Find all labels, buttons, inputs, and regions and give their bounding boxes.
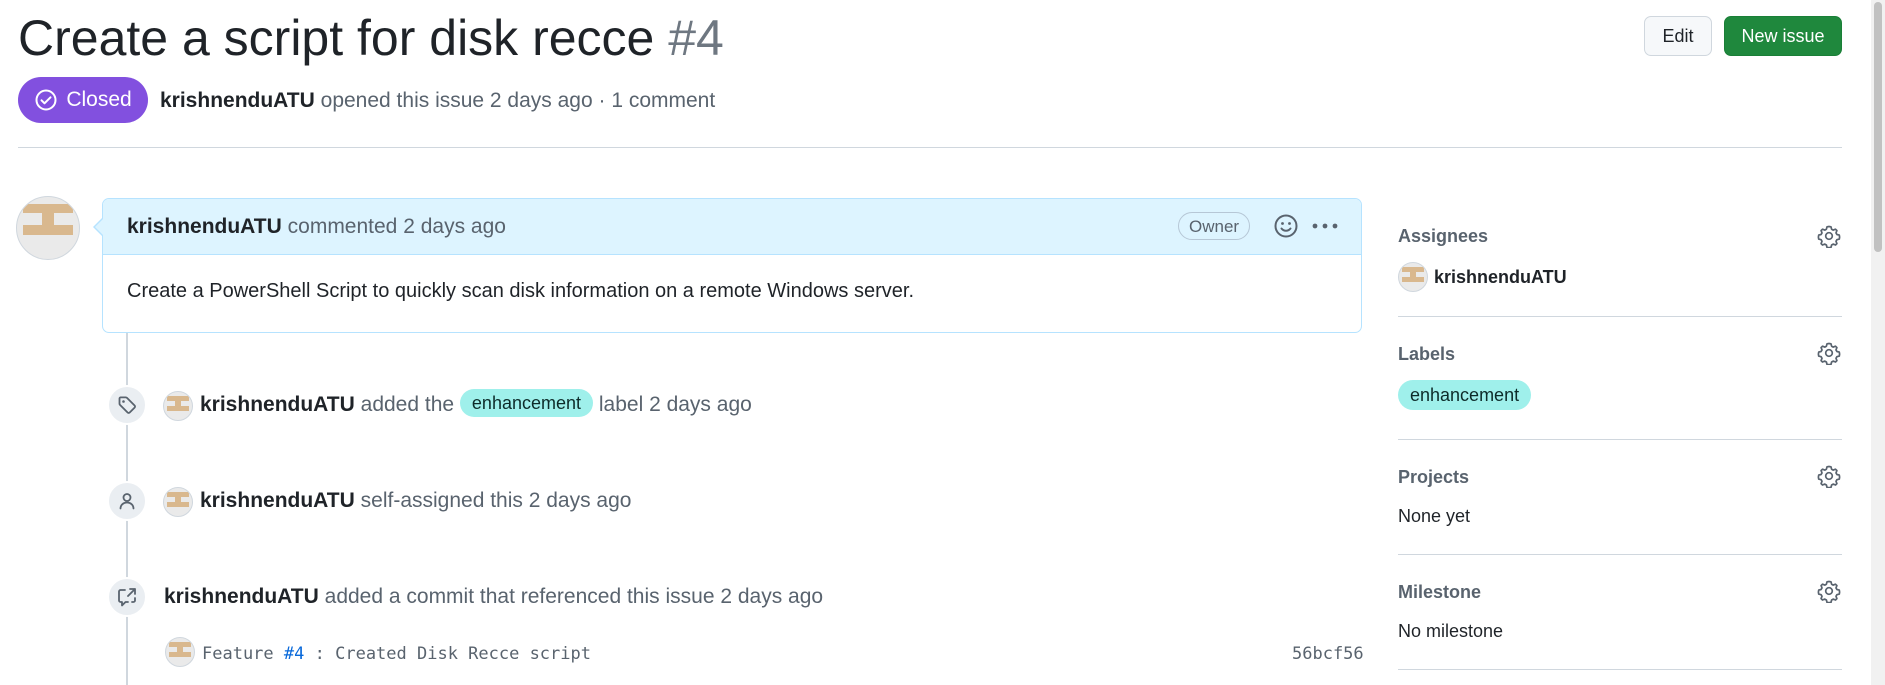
- milestone-heading[interactable]: Milestone: [1398, 580, 1481, 604]
- assignee-avatar[interactable]: [1398, 262, 1428, 292]
- commit-message-prefix: Feature: [202, 644, 274, 664]
- assignees-heading[interactable]: Assignees: [1398, 224, 1488, 248]
- edit-button[interactable]: Edit: [1644, 16, 1712, 56]
- sidebar-divider: [1398, 669, 1842, 670]
- label-event-avatar[interactable]: [163, 391, 193, 421]
- sidebar-divider: [1398, 554, 1842, 555]
- label-event-suffix: label 2 days ago: [598, 393, 752, 416]
- kebab-icon[interactable]: [1310, 213, 1340, 239]
- assign-event-avatar[interactable]: [163, 487, 193, 517]
- assign-event-author[interactable]: krishnenduATU: [200, 489, 355, 512]
- issue-opened-text: opened this issue 2 days ago · 1 comment: [320, 89, 716, 112]
- comment-meta: krishnenduATU commented 2 days ago: [127, 213, 506, 241]
- commit-event-author[interactable]: krishnenduATU: [164, 585, 319, 608]
- comment-card: krishnenduATU commented 2 days ago Owner…: [102, 198, 1362, 333]
- scrollbar-thumb[interactable]: [1874, 2, 1882, 252]
- new-issue-button[interactable]: New issue: [1724, 16, 1842, 56]
- issue-title: Create a script for disk recce: [18, 10, 655, 66]
- issue-author-link[interactable]: krishnenduATU: [160, 89, 315, 112]
- status-label: Closed: [66, 88, 132, 111]
- status-badge: Closed: [18, 77, 148, 123]
- sidebar-divider: [1398, 439, 1842, 440]
- page-title: Create a script for disk recce #4: [18, 8, 724, 68]
- label-event-prefix: added the: [360, 393, 455, 416]
- commit-message[interactable]: Feature #4 : Created Disk Recce script: [202, 640, 591, 668]
- issue-number: #4: [668, 10, 724, 66]
- label-event-text: krishnenduATU added the enhancement labe…: [200, 389, 752, 420]
- comment-pointer-fill: [95, 218, 104, 236]
- comment-author-avatar[interactable]: [16, 196, 80, 260]
- gear-icon[interactable]: [1817, 224, 1841, 248]
- milestone-value: No milestone: [1398, 621, 1504, 641]
- commit-sha[interactable]: 56bcf56: [1292, 640, 1364, 668]
- person-icon: [107, 481, 147, 521]
- gear-icon[interactable]: [1817, 579, 1841, 603]
- commit-event-text: krishnenduATU added a commit that refere…: [164, 582, 823, 612]
- header-divider: [18, 147, 1842, 148]
- cross-reference-icon: [107, 577, 147, 617]
- issue-byline: krishnenduATU opened this issue 2 days a…: [160, 86, 715, 116]
- tag-icon: [107, 385, 147, 425]
- check-circle-icon: [34, 88, 58, 112]
- gear-icon[interactable]: [1817, 464, 1841, 488]
- projects-heading[interactable]: Projects: [1398, 465, 1469, 489]
- commit-author-avatar[interactable]: [165, 637, 195, 667]
- assignee-name[interactable]: krishnenduATU: [1434, 264, 1567, 290]
- commit-issue-ref[interactable]: #4: [284, 644, 304, 664]
- comment-body: Create a PowerShell Script to quickly sc…: [127, 280, 915, 302]
- gear-icon[interactable]: [1817, 341, 1841, 365]
- comment-timestamp[interactable]: commented 2 days ago: [288, 215, 506, 238]
- assign-event-desc: self-assigned this 2 days ago: [360, 489, 632, 512]
- commit-event-desc: added a commit that referenced this issu…: [324, 585, 824, 608]
- commit-message-suffix: : Created Disk Recce script: [314, 644, 591, 664]
- smiley-icon[interactable]: [1273, 213, 1299, 239]
- comment-author-link[interactable]: krishnenduATU: [127, 215, 282, 238]
- label-event-author[interactable]: krishnenduATU: [200, 393, 355, 416]
- projects-value: None yet: [1398, 506, 1471, 526]
- assign-event-text: krishnenduATU self-assigned this 2 days …: [200, 486, 631, 516]
- labels-heading[interactable]: Labels: [1398, 342, 1455, 366]
- sidebar-enhancement-label[interactable]: enhancement: [1398, 380, 1532, 410]
- sidebar-divider: [1398, 316, 1842, 317]
- owner-badge: Owner: [1178, 212, 1251, 240]
- comment-header: krishnenduATU commented 2 days ago Owner: [103, 199, 1361, 255]
- enhancement-label[interactable]: enhancement: [459, 389, 594, 418]
